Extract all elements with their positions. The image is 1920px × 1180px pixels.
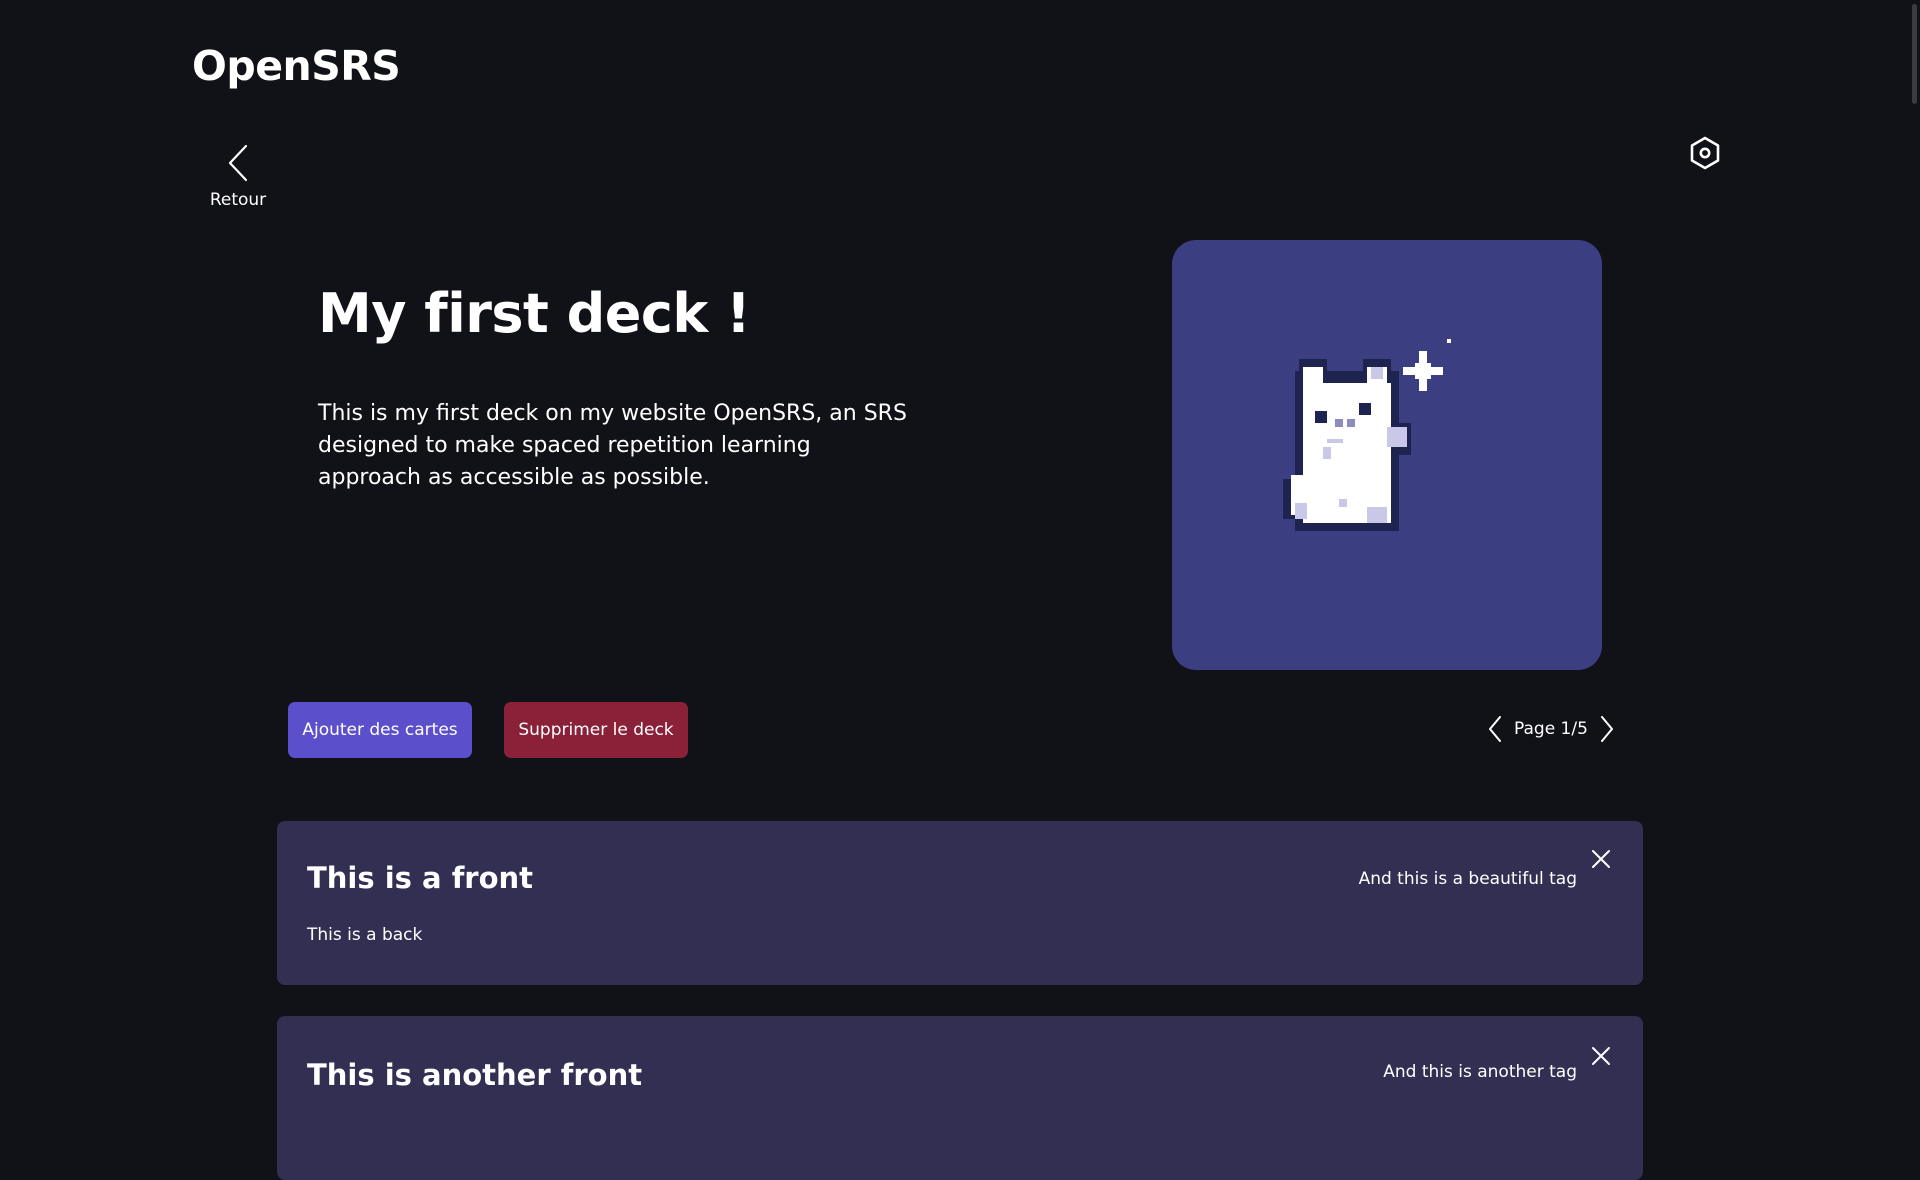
card-front: This is a front (307, 861, 534, 895)
back-button[interactable]: Retour (208, 144, 268, 210)
card-front: This is another front (307, 1058, 643, 1092)
card-tag: And this is a beautiful tag (1358, 869, 1577, 889)
deck-description: This is my first deck on my website Open… (318, 401, 907, 490)
delete-card-button[interactable] (1591, 1046, 1611, 1066)
chevron-left-icon (228, 144, 248, 182)
pagination: Page 1/5 (1488, 712, 1614, 746)
deck-title: My first deck ! (318, 282, 751, 345)
close-icon (1592, 850, 1610, 868)
deck-image (1172, 240, 1602, 670)
delete-card-button[interactable] (1591, 849, 1611, 869)
card-tag: And this is another tag (1383, 1062, 1577, 1082)
pixel-cat-illustration (1283, 339, 1451, 531)
chevron-right-icon (1600, 716, 1613, 742)
chevron-left-icon (1489, 716, 1501, 742)
page-indicator: Page 1/5 (1514, 719, 1588, 739)
prev-page-button[interactable] (1488, 716, 1502, 742)
next-page-button[interactable] (1600, 716, 1614, 742)
hexagon-gear-icon (1690, 136, 1720, 170)
card-back: This is a back (307, 925, 423, 945)
app-brand: OpenSRS (192, 42, 401, 90)
page-scrollbar[interactable] (1908, 0, 1920, 1080)
add-cards-button[interactable]: Ajouter des cartes (288, 702, 472, 758)
card-item[interactable]: This is another front And this is anothe… (277, 1016, 1643, 1180)
close-icon (1592, 1047, 1610, 1065)
delete-deck-button[interactable]: Supprimer le deck (504, 702, 688, 758)
card-item[interactable]: This is a front This is a back And this … (277, 821, 1643, 985)
settings-button[interactable] (1689, 136, 1721, 170)
scrollbar-thumb[interactable] (1912, 4, 1917, 104)
back-label: Retour (209, 190, 267, 210)
